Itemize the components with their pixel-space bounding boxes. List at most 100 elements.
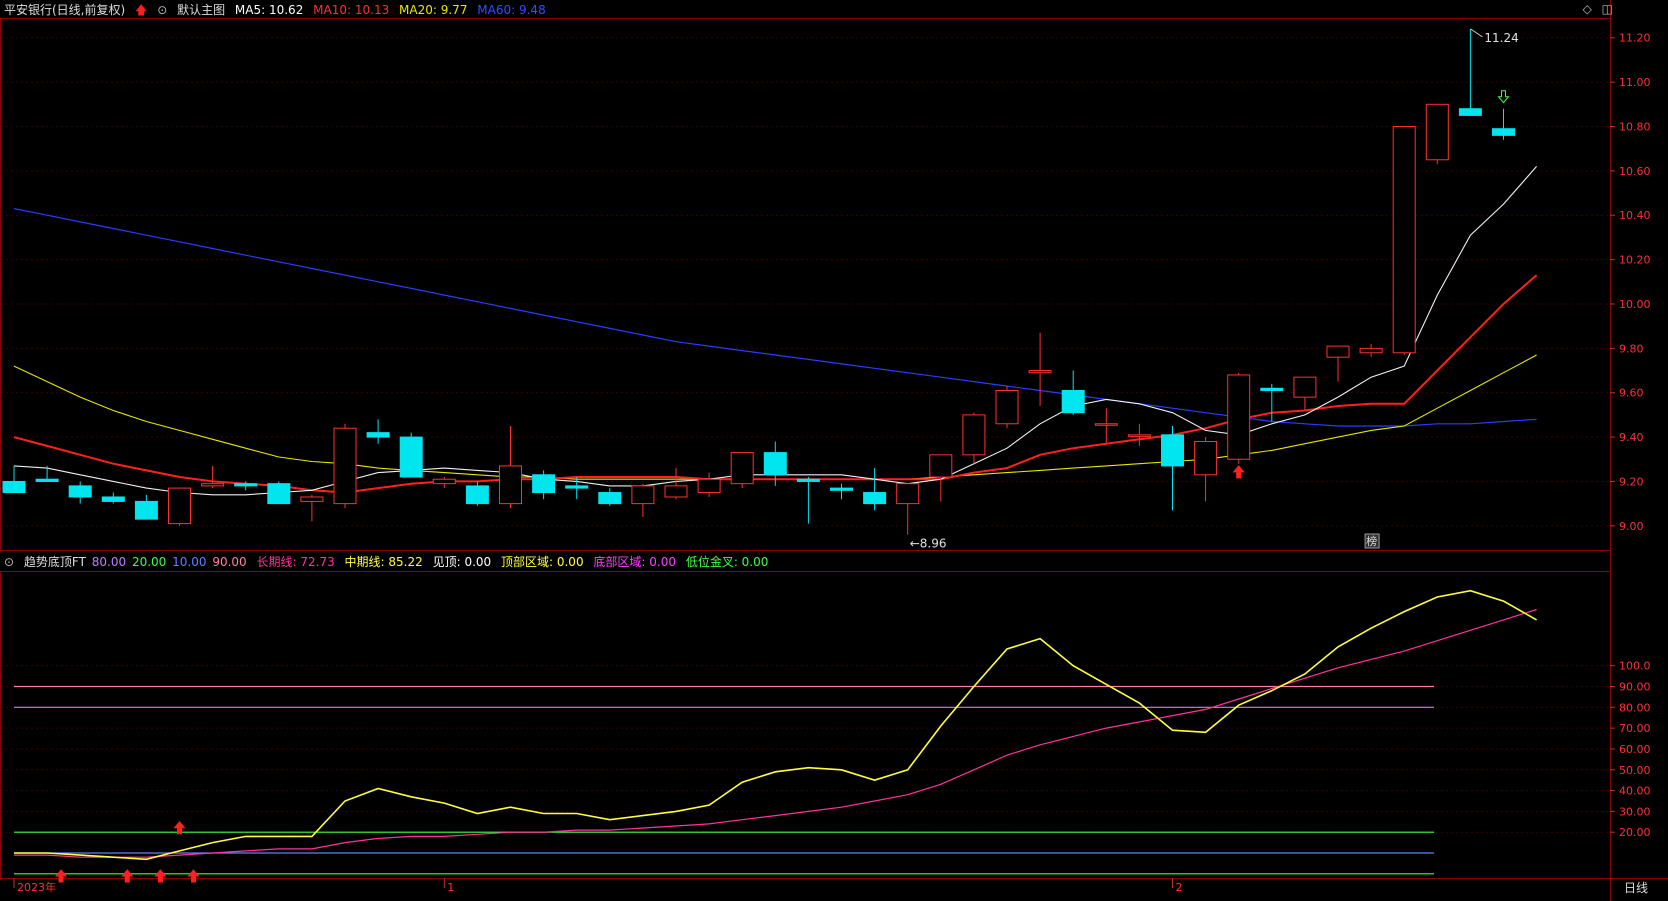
- candle-body-up[interactable]: [432, 478, 456, 485]
- candle-body-down[interactable]: [763, 452, 787, 476]
- candle-body-down[interactable]: [1492, 128, 1515, 136]
- candle-body-up[interactable]: [664, 485, 688, 498]
- main-y-tick-label: 10.60: [1619, 165, 1651, 178]
- main-y-tick-label: 9.40: [1619, 431, 1644, 444]
- high-pointer: [1470, 28, 1483, 38]
- candle-body-down[interactable]: [1061, 389, 1085, 414]
- ind-long-line: [14, 608, 1537, 858]
- main-y-tick-label: 9.60: [1619, 387, 1644, 400]
- candle-body-up[interactable]: [1326, 345, 1350, 358]
- candle-body-down[interactable]: [134, 500, 158, 520]
- candle-body-up[interactable]: [929, 454, 953, 478]
- candle-body-up[interactable]: [499, 465, 522, 505]
- candle-body-down[interactable]: [1161, 434, 1184, 467]
- main-y-tick-label: 10.20: [1619, 254, 1651, 267]
- indicator-name[interactable]: 趋势底顶FT: [24, 555, 86, 569]
- ind-y-tick-label: 60.00: [1619, 743, 1651, 756]
- main-chart-header: 平安银行(日线,前复权) 🡅 ⊙ 默认主图 MA5: 10.62 MA10: 1…: [4, 1, 552, 19]
- candle-body-down[interactable]: [2, 480, 26, 494]
- ind-y-tick-label: 70.00: [1619, 722, 1651, 735]
- candle-body-down[interactable]: [532, 474, 556, 494]
- x-tick-label: 2: [1176, 881, 1183, 894]
- candle-body-up[interactable]: [333, 427, 357, 505]
- ind-y-tick-label: 40.00: [1619, 785, 1651, 798]
- candle-body-down[interactable]: [101, 496, 125, 502]
- collapse-indicator-icon[interactable]: ⊙: [4, 553, 14, 571]
- candle-body-down[interactable]: [399, 436, 423, 478]
- candle-body-down[interactable]: [366, 432, 390, 438]
- ind-bottom-arrow: [55, 869, 68, 883]
- ind-legend-20: 20.00: [131, 555, 167, 569]
- candle-body-up[interactable]: [1094, 423, 1118, 426]
- ind-y-tick-label: 100.0: [1619, 660, 1651, 673]
- candle-body-down[interactable]: [267, 483, 291, 505]
- candle-body-down[interactable]: [830, 487, 853, 491]
- candle-body-up[interactable]: [1227, 374, 1251, 460]
- candle-body-up[interactable]: [168, 487, 191, 525]
- candle-body-down[interactable]: [863, 492, 887, 505]
- collapse-icon[interactable]: ⊙: [157, 1, 167, 19]
- main-y-tick-label: 9.80: [1619, 342, 1644, 355]
- candle-body-up[interactable]: [962, 414, 986, 456]
- candle-body-up[interactable]: [1127, 434, 1151, 437]
- candle-body-up[interactable]: [1425, 103, 1449, 161]
- ind-legend-80: 80.00: [91, 555, 127, 569]
- main-y-tick-label: 10.00: [1619, 298, 1651, 311]
- candle-body-up[interactable]: [697, 478, 721, 494]
- candle-body-down[interactable]: [1260, 387, 1284, 391]
- diamond-icon[interactable]: ◇: [1583, 2, 1592, 16]
- ind-legend-10: 10.00: [172, 555, 207, 569]
- buy-signal-arrow: [1232, 465, 1245, 479]
- main-panel-border: [0, 18, 1611, 551]
- candle-body-up[interactable]: [300, 496, 324, 502]
- main-y-tick-label: 10.40: [1619, 209, 1651, 222]
- chart-toolbar: ◇ ◫: [1577, 2, 1613, 16]
- candle-body-up[interactable]: [1293, 376, 1317, 398]
- candle-body-down[interactable]: [465, 485, 489, 505]
- ind-legend-top-zone: 顶部区域: 0.00: [501, 555, 584, 569]
- candle-body-down[interactable]: [565, 485, 589, 489]
- ind-legend-mid: 中期线: 85.22: [344, 555, 423, 569]
- candle-body-down[interactable]: [234, 483, 258, 487]
- main-y-tick-label: 11.00: [1619, 76, 1651, 89]
- main-y-tick-label: 9.00: [1619, 520, 1644, 533]
- candle-body-up[interactable]: [1359, 347, 1383, 354]
- stock-title[interactable]: 平安银行(日线,前复权): [4, 3, 125, 17]
- chart-canvas[interactable]: 11.20 11.00 10.80 10.60 10.40 10.20 10.00 9.80 9…: [0, 0, 1668, 901]
- ind-bottom-arrow: [187, 869, 200, 883]
- candle-body-up[interactable]: [1392, 125, 1416, 354]
- candle-body-up[interactable]: [631, 485, 655, 505]
- ind-bottom-arrow: [154, 869, 167, 883]
- candle-body-up[interactable]: [201, 483, 225, 487]
- template-label[interactable]: 默认主图: [177, 3, 225, 17]
- candle-body-down[interactable]: [796, 478, 820, 482]
- candle-body-up[interactable]: [896, 483, 920, 505]
- ind-legend-top: 见顶: 0.00: [432, 555, 492, 569]
- candle-body-up[interactable]: [1194, 441, 1218, 476]
- candle-body-up[interactable]: [730, 452, 754, 485]
- ind-legend-golden-cross: 低位金叉: 0.00: [685, 555, 769, 569]
- ind-legend-bottom-zone: 底部区域: 0.00: [593, 555, 676, 569]
- candle-body-down[interactable]: [598, 492, 622, 505]
- ind-y-tick-label: 30.00: [1619, 805, 1651, 818]
- window-icon[interactable]: ◫: [1602, 2, 1613, 16]
- rank-tag-label: 榜: [1366, 534, 1377, 548]
- x-tick-label: 1: [447, 881, 454, 894]
- ind-y-tick-label: 50.00: [1619, 764, 1651, 777]
- ind-y-tick-label: 20.00: [1619, 826, 1651, 839]
- ma20-legend: MA20: 9.77: [399, 3, 468, 17]
- sell-signal-arrow: [1497, 90, 1510, 104]
- candle-body-up[interactable]: [995, 389, 1019, 425]
- candle-body-up[interactable]: [1028, 370, 1052, 374]
- main-y-tick-label: 9.20: [1619, 475, 1644, 488]
- candle-body-down[interactable]: [35, 478, 59, 482]
- ma10-legend: MA10: 10.13: [313, 3, 390, 17]
- ind-mid-line: [14, 589, 1537, 861]
- ind-legend-90: 90.00: [212, 555, 247, 569]
- period-label[interactable]: 日线: [1624, 881, 1648, 895]
- ma5-legend: MA5: 10.62: [234, 3, 304, 17]
- x-tick-label: 2023年: [17, 880, 56, 894]
- indicator-header: ⊙ 趋势底顶FT 80.00 20.00 10.00 90.00 长期线: 72…: [4, 553, 774, 571]
- candle-body-down[interactable]: [68, 485, 92, 498]
- candle-body-down[interactable]: [1458, 108, 1482, 116]
